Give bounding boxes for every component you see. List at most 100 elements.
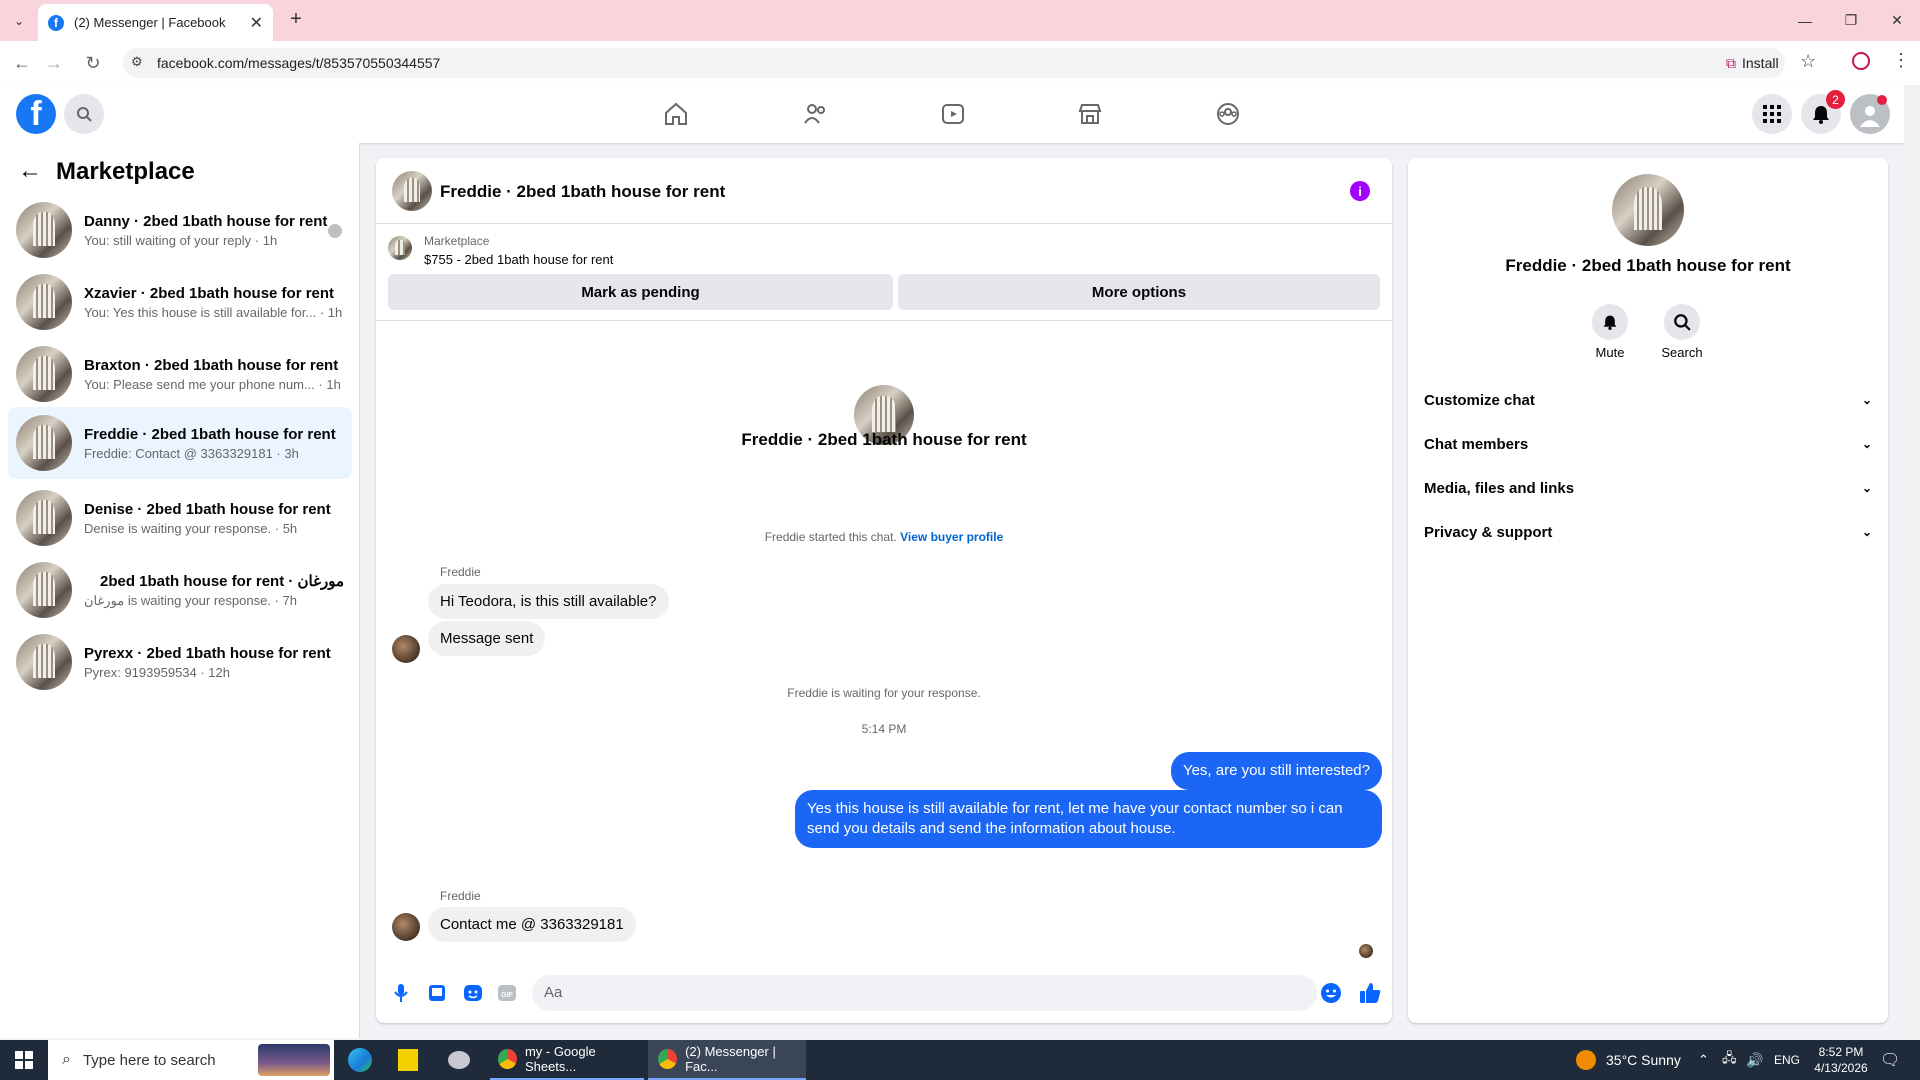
- mark-pending-button[interactable]: Mark as pending: [388, 274, 893, 310]
- conversation-item[interactable]: Pyrexx · 2bed 1bath house for rent Pyrex:…: [8, 628, 352, 696]
- url-text: facebook.com/messages/t/853570550344557: [157, 55, 441, 71]
- conversation-name: Danny · 2bed 1bath house for rent: [84, 212, 328, 230]
- close-window-icon[interactable]: ✕: [1874, 0, 1920, 41]
- timestamp: 5:14 PM: [861, 722, 907, 736]
- back-arrow-icon[interactable]: ←: [18, 157, 42, 185]
- voice-clip-icon[interactable]: [390, 982, 412, 1004]
- privacy-support-section[interactable]: Privacy & support ⌄: [1424, 514, 1872, 550]
- edge-icon[interactable]: [348, 1040, 376, 1080]
- start-button[interactable]: [0, 1040, 48, 1080]
- conversation-snippet: Freddie: Contact @ 3363329181 · 3h: [84, 445, 299, 461]
- more-options-button[interactable]: More options: [898, 274, 1380, 310]
- sticky-notes-icon[interactable]: [398, 1040, 426, 1080]
- conversation-snippet: Pyrex: 9193959534 · 12h: [84, 664, 230, 680]
- sender-avatar[interactable]: [392, 635, 420, 663]
- tab-title: (2) Messenger | Facebook: [74, 15, 226, 30]
- chevron-down-icon: ⌄: [1861, 481, 1872, 495]
- attach-photo-icon[interactable]: [426, 982, 448, 1004]
- sticker-icon[interactable]: [462, 982, 484, 1004]
- profile-icon[interactable]: [1852, 52, 1870, 70]
- incoming-message[interactable]: Hi Teodora, is this still available?: [428, 584, 669, 619]
- chat-header-title[interactable]: Freddie · 2bed 1bath house for rent: [440, 182, 725, 202]
- customize-chat-section[interactable]: Customize chat ⌄: [1424, 382, 1872, 418]
- sender-avatar[interactable]: [392, 913, 420, 941]
- restore-icon[interactable]: ❐: [1828, 0, 1874, 41]
- notification-center-icon[interactable]: 🗨: [1880, 1040, 1900, 1080]
- minimize-icon[interactable]: —: [1782, 0, 1828, 41]
- weather-widget[interactable]: 35°C Sunny: [1576, 1040, 1681, 1080]
- facebook-logo-icon[interactable]: f: [16, 94, 56, 134]
- friends-icon[interactable]: [795, 94, 835, 134]
- outgoing-message[interactable]: Yes this house is still available for re…: [795, 790, 1382, 848]
- search-chat-button[interactable]: [1664, 304, 1700, 340]
- account-dot: [1877, 95, 1887, 105]
- message-input-placeholder: Aa: [544, 984, 563, 1001]
- listing-thumb: [388, 236, 412, 260]
- conversation-item[interactable]: Xzavier · 2bed 1bath house for rent You: …: [8, 268, 352, 336]
- new-tab-icon[interactable]: +: [284, 8, 308, 32]
- conversation-name: Pyrexx · 2bed 1bath house for rent: [84, 644, 331, 662]
- conversation-snippet: Denise is waiting your response. · 5h: [84, 520, 298, 536]
- show-hidden-icons[interactable]: ⌃: [1698, 1040, 1709, 1080]
- taskbar-sheets-window[interactable]: my - Google Sheets...: [490, 1040, 644, 1080]
- listing-avatar: [16, 202, 72, 258]
- video-icon[interactable]: [933, 94, 973, 134]
- details-avatar[interactable]: [1612, 174, 1684, 246]
- fb-search-icon[interactable]: [64, 94, 104, 134]
- listing-title[interactable]: $755 - 2bed 1bath house for rent: [424, 252, 613, 267]
- chat-panel: Freddie · 2bed 1bath house for rent i Ma…: [376, 158, 1392, 1023]
- chat-started-note: Freddie started this chat. View buyer pr…: [376, 530, 1392, 544]
- back-icon[interactable]: ←: [9, 50, 35, 76]
- tab-close-icon[interactable]: ✕: [250, 13, 263, 33]
- view-buyer-profile-link[interactable]: View buyer profile: [900, 530, 1003, 544]
- conversation-item-active[interactable]: Freddie · 2bed 1bath house for rent Fredd…: [8, 407, 352, 479]
- incoming-message[interactable]: Contact me @ 3363329181: [428, 907, 636, 942]
- browser-tab[interactable]: f (2) Messenger | Facebook ✕: [38, 4, 273, 41]
- like-icon[interactable]: [1358, 981, 1382, 1005]
- taskbar-messenger-window[interactable]: (2) Messenger | Fac...: [648, 1040, 806, 1080]
- install-icon: ⧉: [1726, 54, 1736, 71]
- emoji-icon[interactable]: [1320, 982, 1342, 1004]
- bookmark-star-icon[interactable]: ☆: [1800, 51, 1816, 72]
- marketplace-icon[interactable]: [1070, 94, 1110, 134]
- sender-name: Freddie: [440, 889, 481, 903]
- conversation-list-panel: ← Marketplace Danny · 2bed 1bath house f…: [0, 143, 360, 1038]
- info-icon[interactable]: i: [1350, 181, 1370, 201]
- install-button[interactable]: ⧉ Install: [1718, 50, 1787, 76]
- reload-icon[interactable]: ↻: [80, 50, 106, 76]
- network-icon[interactable]: 🖧: [1722, 1040, 1737, 1080]
- language-indicator[interactable]: ENG: [1774, 1040, 1800, 1080]
- windows-icon: [15, 1051, 33, 1069]
- gif-icon[interactable]: GIF: [496, 982, 518, 1004]
- windows-taskbar: ⌕ Type here to search my - Google Sheets…: [0, 1040, 1920, 1080]
- clock[interactable]: 8:52 PM 4/13/2026: [1806, 1044, 1876, 1076]
- conversation-item[interactable]: 2bed 1bath house for rent · مورغان مورغان…: [8, 556, 352, 624]
- forward-icon[interactable]: →: [41, 50, 67, 76]
- home-icon[interactable]: [656, 94, 696, 134]
- browser-menu-icon[interactable]: ⋮: [1892, 50, 1910, 71]
- chat-header-avatar[interactable]: [392, 171, 432, 211]
- conversation-item[interactable]: Danny · 2bed 1bath house for rent You: st…: [8, 196, 352, 264]
- incoming-message[interactable]: Message sent: [428, 621, 546, 656]
- tab-search-icon[interactable]: ⌄: [8, 10, 30, 32]
- media-files-section[interactable]: Media, files and links ⌄: [1424, 470, 1872, 506]
- message-input[interactable]: Aa: [532, 975, 1317, 1011]
- conversation-name: Braxton · 2bed 1bath house for rent: [84, 356, 339, 374]
- site-info-icon[interactable]: ⚙: [131, 54, 143, 70]
- volume-icon[interactable]: 🔊: [1746, 1040, 1763, 1080]
- conversation-item[interactable]: Denise · 2bed 1bath house for rent Denise…: [8, 484, 352, 552]
- app-icon[interactable]: [448, 1040, 476, 1080]
- chrome-icon: [658, 1049, 678, 1069]
- address-bar[interactable]: ⚙ facebook.com/messages/t/85357055034455…: [123, 48, 1785, 78]
- install-label: Install: [1742, 55, 1779, 71]
- mute-button[interactable]: [1592, 304, 1628, 340]
- groups-icon[interactable]: [1208, 94, 1248, 134]
- chat-members-section[interactable]: Chat members ⌄: [1424, 426, 1872, 462]
- taskbar-search[interactable]: ⌕ Type here to search: [48, 1040, 334, 1080]
- outgoing-message[interactable]: Yes, are you still interested?: [1170, 752, 1382, 790]
- page-scrollbar[interactable]: [1904, 85, 1920, 1040]
- conversation-name: Xzavier · 2bed 1bath house for rent: [84, 284, 335, 302]
- conversation-item[interactable]: Braxton · 2bed 1bath house for rent You: …: [8, 340, 352, 408]
- chevron-down-icon: ⌄: [1861, 525, 1872, 539]
- menu-grid-icon[interactable]: [1752, 94, 1792, 134]
